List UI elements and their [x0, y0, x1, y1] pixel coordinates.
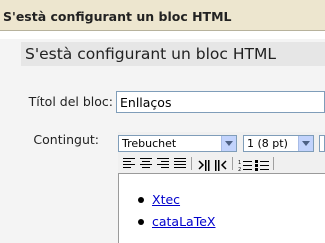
chevron-down-icon: [221, 136, 236, 151]
editor-content-area[interactable]: Xtec cataLaTeX: [118, 174, 325, 243]
bullet-icon: [138, 219, 144, 225]
unordered-list-icon[interactable]: [255, 157, 269, 171]
content-label: Contingut:: [33, 132, 99, 147]
svg-text:1: 1: [238, 160, 241, 166]
title-label: Títol del bloc:: [28, 94, 113, 109]
html-editor: Trebuchet 1 (8 pt) 12 Xtec cataLaTeX: [118, 132, 325, 243]
link-catalatex[interactable]: cataLaTeX: [152, 214, 215, 229]
ltr-icon[interactable]: [197, 157, 211, 171]
header-title: S'està configurant un bloc HTML: [3, 9, 232, 24]
rtl-icon[interactable]: [214, 157, 228, 171]
section-heading-bar: S'està configurant un bloc HTML: [21, 42, 325, 66]
window-header: S'està configurant un bloc HTML: [0, 0, 325, 31]
ordered-list-icon[interactable]: 12: [238, 157, 252, 173]
font-family-value: Trebuchet: [122, 137, 177, 150]
list-item: cataLaTeX: [138, 214, 215, 229]
section-heading: S'està configurant un bloc HTML: [25, 45, 276, 63]
format-select-partial[interactable]: [319, 135, 325, 152]
chevron-down-icon: [298, 136, 313, 151]
editor-toolbar-top: Trebuchet 1 (8 pt): [118, 132, 325, 154]
align-right-icon[interactable]: [156, 157, 170, 170]
font-size-value: 1 (8 pt): [247, 137, 288, 150]
toolbar-separator: [232, 157, 233, 170]
align-left-icon[interactable]: [122, 157, 136, 170]
font-family-select[interactable]: Trebuchet: [118, 135, 237, 152]
header-gap: [0, 31, 325, 39]
toolbar-separator: [191, 157, 192, 170]
align-center-icon[interactable]: [139, 157, 153, 170]
align-justify-icon[interactable]: [173, 157, 187, 170]
svg-text:2: 2: [238, 167, 241, 172]
title-input[interactable]: Enllaços: [116, 91, 325, 113]
editor-toolbar-bottom: 12: [118, 154, 325, 174]
list-item: Xtec: [138, 192, 180, 207]
toolbar-separator: [273, 157, 274, 170]
font-size-select[interactable]: 1 (8 pt): [243, 135, 314, 152]
link-xtec[interactable]: Xtec: [152, 192, 180, 207]
bullet-icon: [138, 197, 144, 203]
